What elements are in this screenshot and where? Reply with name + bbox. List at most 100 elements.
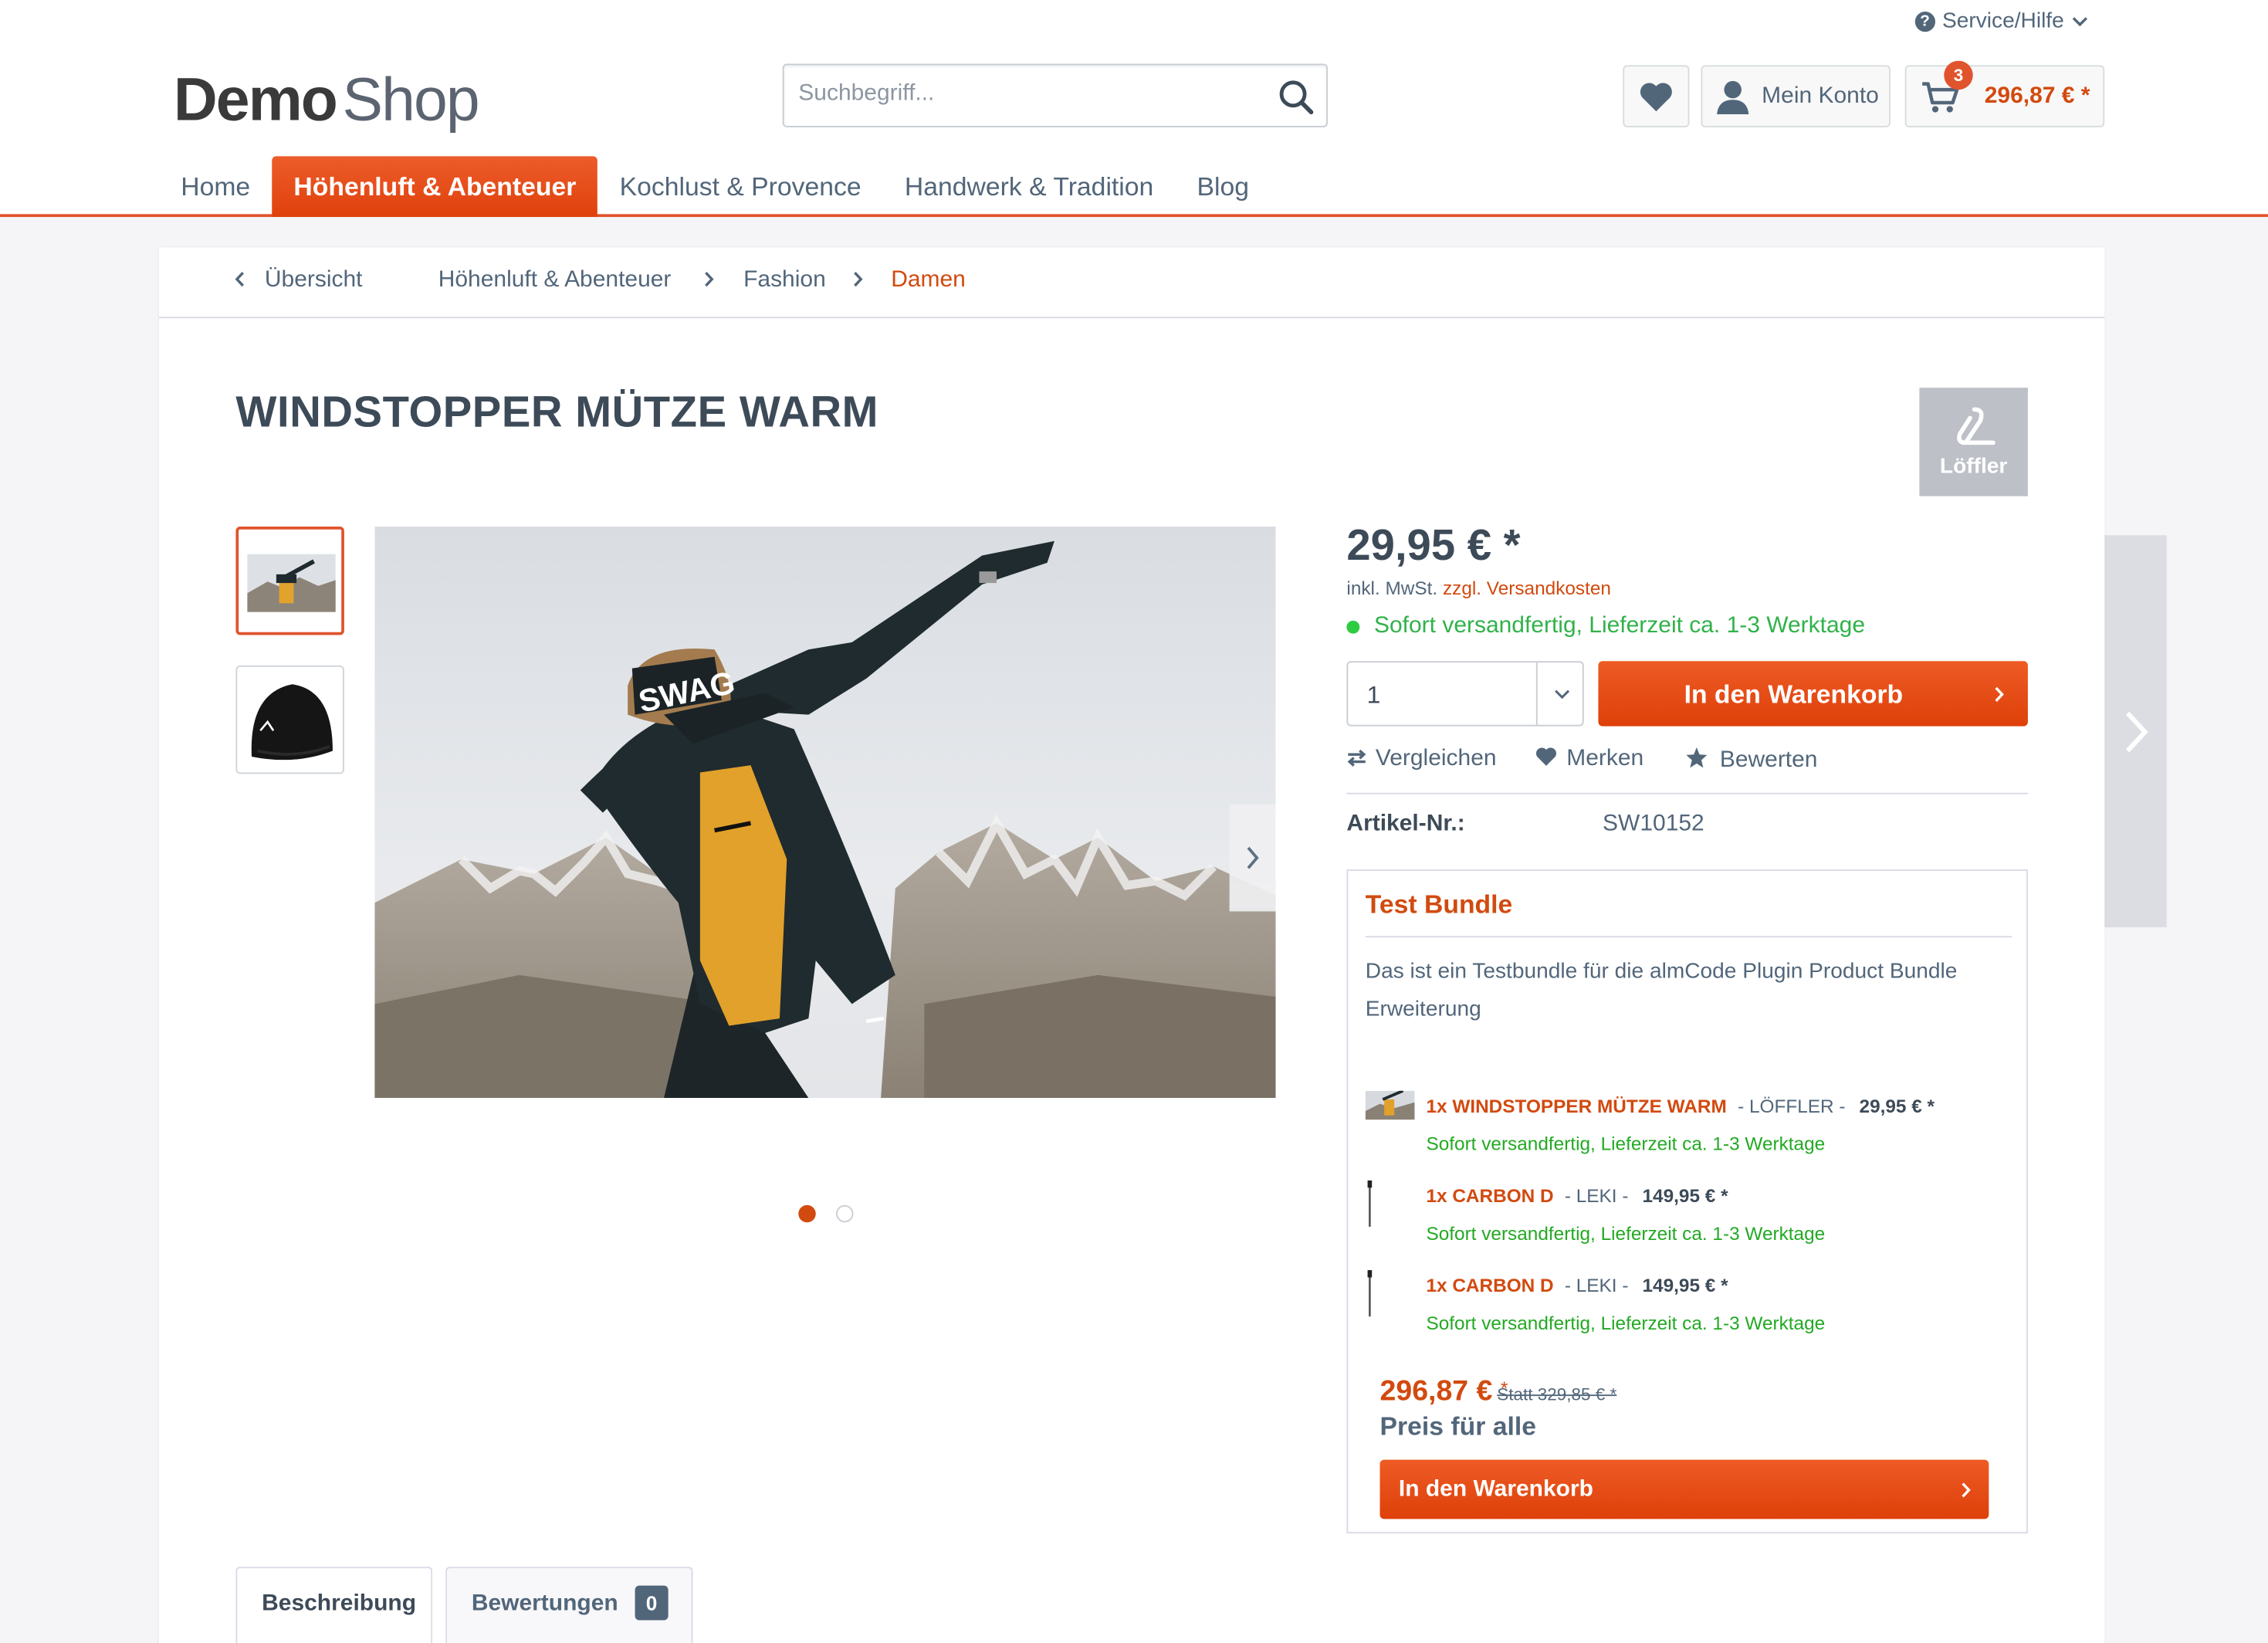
chevron-down-icon: [1555, 689, 1570, 700]
tab-bewertungen[interactable]: Bewertungen 0: [445, 1567, 693, 1643]
account-button[interactable]: Mein Konto: [1701, 65, 1891, 127]
bundle-item-status: Sofort versandfertig, Lieferzeit ca. 1-3…: [1426, 1312, 1826, 1334]
quantity-value: 1: [1366, 681, 1381, 710]
rate-action[interactable]: Bewerten: [1685, 747, 1817, 774]
search-box: [782, 63, 1329, 127]
bundle-total-value: 296,87 €: [1379, 1375, 1493, 1408]
product-detail-panel: Übersicht Höhenluft & Abenteuer Fashion …: [159, 247, 2105, 1643]
bundle-item-price: 149,95 € *: [1642, 1184, 1728, 1207]
add-to-cart-label: In den Warenkorb: [1684, 679, 1904, 710]
chevron-left-icon: [235, 269, 246, 296]
nav-item-hoehenluft[interactable]: Höhenluft & Abenteuer: [272, 156, 598, 218]
thumbnail-1-image: [247, 554, 336, 612]
breadcrumb: Übersicht Höhenluft & Abenteuer Fashion …: [159, 247, 2105, 319]
brand-logo[interactable]: Löffler: [1919, 388, 2028, 496]
reviews-count-badge: 0: [635, 1585, 669, 1621]
product-title: WINDSTOPPER MÜTZE WARM: [235, 389, 879, 437]
chevron-right-icon: [852, 269, 864, 296]
shop-logo[interactable]: Demo Shop: [173, 65, 480, 134]
compare-action[interactable]: Vergleichen: [1346, 747, 1497, 773]
bundle-item-name-row: 1x CARBON D - LEKI - 149,95 € *: [1426, 1275, 1728, 1296]
bundle-item-name[interactable]: 1x CARBON D: [1426, 1185, 1553, 1207]
remember-action[interactable]: Merken: [1535, 747, 1643, 773]
chevron-right-icon: [1247, 846, 1259, 869]
quantity-select[interactable]: 1: [1346, 661, 1584, 727]
wishlist-button[interactable]: [1623, 65, 1690, 127]
cart-button[interactable]: 3 296,87 € *: [1904, 60, 2105, 127]
chevron-right-icon: [703, 269, 715, 296]
bundle-item-thumbnail[interactable]: [1366, 1179, 1374, 1228]
brand-name: Löffler: [1939, 454, 2008, 479]
search-icon[interactable]: [1277, 78, 1315, 116]
bundle-item-status: Sofort versandfertig, Lieferzeit ca. 1-3…: [1426, 1133, 1826, 1155]
logo-demo: Demo: [173, 65, 338, 134]
product-tabs: Beschreibung Bewertungen 0: [235, 1567, 2029, 1643]
chevron-right-icon: [2125, 710, 2148, 752]
cart-total: 296,87 € *: [1984, 83, 2090, 108]
image-dot-1[interactable]: [798, 1204, 816, 1223]
add-to-cart-button[interactable]: In den Warenkorb: [1598, 661, 2028, 727]
breadcrumb-item-hoehenluft[interactable]: Höhenluft & Abenteuer: [438, 268, 672, 294]
bundle-item-thumbnail[interactable]: [1366, 1269, 1374, 1318]
heart-icon: [1640, 82, 1672, 111]
nav-item-home[interactable]: Home: [159, 156, 272, 217]
article-number-label: Artikel-Nr.:: [1346, 811, 1465, 836]
bundle-item-price: 29,95 € *: [1859, 1095, 1935, 1117]
breadcrumb-back-link[interactable]: Übersicht: [265, 268, 363, 294]
bundle-item-name-row: 1x WINDSTOPPER MÜTZE WARM - LÖFFLER - 29…: [1426, 1095, 1935, 1116]
divider: [1346, 792, 2028, 794]
shipping-costs-link[interactable]: zzgl. Versandkosten: [1443, 578, 1611, 599]
nav-item-blog[interactable]: Blog: [1175, 156, 1271, 217]
thumbnail-1[interactable]: [235, 527, 344, 635]
logo-shop: Shop: [342, 65, 480, 134]
chevron-down-icon: [2072, 16, 2088, 26]
page: ? Service/Hilfe DemoShop Mein Konto 3 29…: [0, 0, 2268, 1643]
article-number-row: Artikel-Nr.: SW10152: [1346, 811, 1704, 838]
bundle-description: Das ist ein Testbundle für die almCode P…: [1365, 959, 1958, 1021]
bundle-divider: [1365, 936, 2012, 938]
bundle-total-price: 296,87 € *: [1380, 1376, 1508, 1409]
bundle-item-name[interactable]: 1x WINDSTOPPER MÜTZE WARM: [1426, 1095, 1726, 1116]
tab-bewertungen-label: Bewertungen: [471, 1591, 618, 1616]
delivery-status: Sofort versandfertig, Lieferzeit ca. 1-3…: [1346, 613, 1865, 639]
account-label: Mein Konto: [1762, 83, 1879, 108]
breadcrumb-item-fashion[interactable]: Fashion: [743, 268, 826, 294]
thumbnail-2[interactable]: [235, 665, 344, 774]
nav-item-kochlust[interactable]: Kochlust & Provence: [597, 156, 882, 217]
product-main-image[interactable]: SWAG: [374, 527, 1276, 1099]
bundle-add-to-cart-button[interactable]: In den Warenkorb: [1379, 1459, 1989, 1519]
tax-label: inkl. MwSt.: [1346, 577, 1438, 599]
search-input[interactable]: [798, 80, 1233, 107]
loeffler-logo-icon: [1956, 407, 1995, 445]
thumbnail-2-image: [251, 684, 333, 761]
bundle-item-status: Sofort versandfertig, Lieferzeit ca. 1-3…: [1426, 1222, 1826, 1245]
bundle-item-brand: - LÖFFLER -: [1738, 1095, 1846, 1117]
nav-item-handwerk[interactable]: Handwerk & Tradition: [883, 156, 1176, 217]
bundle-instead-value: Statt 329,85 € *: [1497, 1384, 1617, 1405]
quantity-divider: [1535, 662, 1538, 725]
bundle-item-name[interactable]: 1x CARBON D: [1426, 1275, 1553, 1296]
bundle-title: Test Bundle: [1365, 889, 1513, 919]
image-dot-2[interactable]: [835, 1204, 854, 1223]
next-product-button[interactable]: [2104, 535, 2167, 928]
bundle-item-thumbnail[interactable]: [1365, 1090, 1415, 1120]
question-circle-icon: ?: [1914, 11, 1935, 32]
cart-count-badge: 3: [1944, 60, 1973, 90]
tab-beschreibung[interactable]: Beschreibung: [235, 1567, 433, 1643]
product-bundle-box: Test Bundle Das ist ein Testbundle für d…: [1346, 869, 2028, 1534]
header: ? Service/Hilfe DemoShop Mein Konto 3 29…: [0, 0, 2268, 218]
service-label: Service/Hilfe: [1941, 8, 2064, 34]
tab-beschreibung-label: Beschreibung: [262, 1591, 417, 1616]
breadcrumb-item-damen[interactable]: Damen: [891, 268, 966, 294]
star-icon: [1686, 747, 1708, 768]
product-price: 29,95 € *: [1346, 522, 1521, 571]
service-menu[interactable]: ? Service/Hilfe: [1914, 8, 2088, 33]
image-next-button[interactable]: [1229, 804, 1276, 912]
bundle-item-brand: - LEKI -: [1564, 1184, 1629, 1207]
heart-icon: [1535, 747, 1557, 766]
bundle-item-brand: - LEKI -: [1564, 1274, 1629, 1296]
chevron-right-icon: [1962, 1482, 1971, 1498]
compare-icon: [1347, 749, 1366, 767]
user-icon: [1717, 80, 1749, 114]
main-navigation: Home Höhenluft & Abenteuer Kochlust & Pr…: [159, 156, 1271, 218]
